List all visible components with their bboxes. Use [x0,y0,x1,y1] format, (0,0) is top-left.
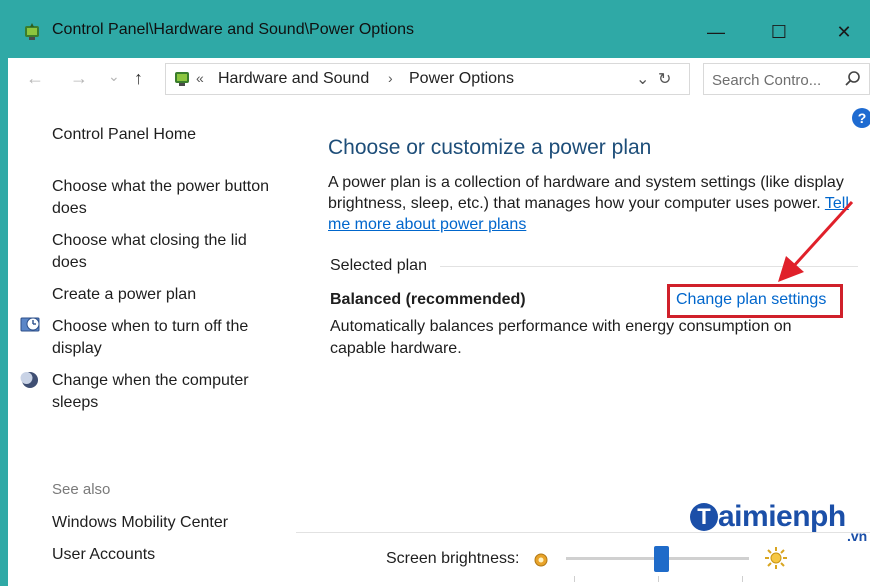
close-button[interactable]: ✕ [821,12,867,52]
slider-tick [658,576,659,582]
moon-icon [20,370,40,395]
bright-brightness-icon [764,546,788,575]
search-icon[interactable] [844,70,862,93]
slider-tick [574,576,575,582]
dim-brightness-icon [533,552,549,573]
watermark-initial: T [690,503,718,531]
screen-brightness-label: Screen brightness: [386,550,520,567]
search-box[interactable] [703,63,870,95]
sidebar-item-control-panel-home[interactable]: Control Panel Home [52,124,196,146]
selected-plan-heading: Selected plan [330,257,427,274]
window-title: Control Panel\Hardware and Sound\Power O… [52,21,414,38]
recent-locations-chevron-icon[interactable]: ⌄ [108,68,120,85]
sidebar-item-user-accounts[interactable]: User Accounts [52,544,155,566]
sidebar-item-create-power-plan[interactable]: Create a power plan [52,284,196,306]
plan-name: Balanced (recommended) [330,291,526,308]
address-bar[interactable]: « Hardware and Sound › Power Options ⌄ ↻ [165,63,690,95]
title-bar[interactable]: Control Panel\Hardware and Sound\Power O… [0,0,870,58]
page-title: Choose or customize a power plan [328,136,652,159]
watermark-logo: Taimienph .vn [690,500,867,544]
search-input[interactable] [710,68,844,92]
navigation-bar: ← → ⌄ ↑ « Hardware and Sound › Power Opt… [8,58,870,102]
forward-arrow-icon[interactable]: → [70,68,88,89]
display-clock-icon [20,316,42,341]
maximize-button[interactable]: ☐ [756,12,802,52]
sidebar-item-power-button[interactable]: Choose what the power button does [52,176,292,220]
breadcrumb-hardware-and-sound[interactable]: Hardware and Sound [218,70,369,88]
address-dropdown-icon[interactable]: ⌄ [636,69,649,89]
up-arrow-icon[interactable]: ↑ [134,68,143,89]
overflow-chevron[interactable]: « [196,70,204,86]
sidebar-item-computer-sleeps[interactable]: Change when the computer sleeps [52,370,282,414]
watermark-suffix: .vn [847,528,868,544]
slider-tick [742,576,743,582]
annotation-arrow-icon [778,200,854,282]
brightness-slider-thumb[interactable] [654,546,669,572]
refresh-icon[interactable]: ↻ [658,69,671,89]
description-text: A power plan is a collection of hardware… [328,174,844,212]
see-also-heading: See also [52,481,111,498]
control-panel-icon [172,68,192,93]
watermark-brand: aimienph [718,500,846,533]
back-arrow-icon[interactable]: ← [26,68,44,89]
minimize-button[interactable]: — [693,12,739,52]
breadcrumb-power-options[interactable]: Power Options [409,70,514,88]
power-options-icon [22,22,42,47]
change-plan-settings-link[interactable]: Change plan settings [676,291,826,309]
sidebar-item-closing-lid[interactable]: Choose what closing the lid does [52,230,267,274]
plan-description: Automatically balances performance with … [330,318,792,357]
help-icon[interactable]: ? [852,108,870,128]
sidebar-item-windows-mobility-center[interactable]: Windows Mobility Center [52,512,228,534]
breadcrumb-separator: › [388,70,393,86]
sidebar-item-turn-off-display[interactable]: Choose when to turn off the display [52,316,282,360]
